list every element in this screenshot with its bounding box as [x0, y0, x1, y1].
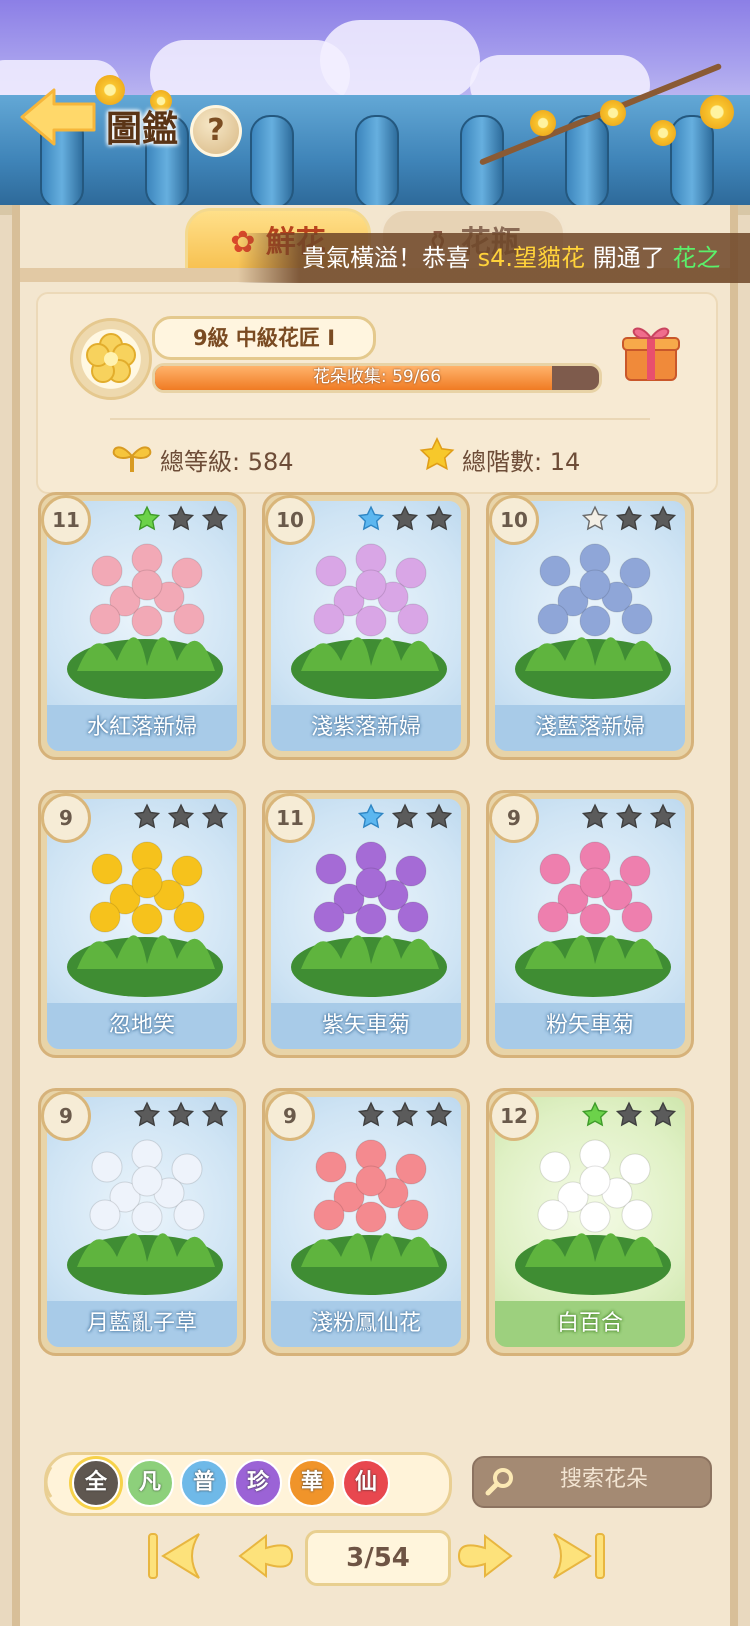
flower-card[interactable]: 淺粉鳳仙花 9 — [262, 1088, 470, 1356]
star-icon — [391, 505, 419, 531]
stats-divider — [110, 418, 650, 420]
star-icon — [425, 1101, 453, 1127]
flower-name: 淺藍落新婦 — [495, 705, 685, 751]
star-icon — [649, 1101, 677, 1127]
star-icon — [357, 505, 385, 531]
flower-level-badge: 12 — [489, 1091, 539, 1141]
star-icon — [201, 505, 229, 531]
flower-level-badge: 9 — [489, 793, 539, 843]
star-icon — [425, 803, 453, 829]
star-rating — [357, 1101, 453, 1129]
star-icon — [615, 803, 643, 829]
blossom-icon — [700, 95, 734, 129]
rarity-filter-chip[interactable]: 普 — [180, 1459, 228, 1507]
star-icon — [133, 803, 161, 829]
blossom-icon — [600, 100, 626, 126]
star-icon — [201, 803, 229, 829]
last-page-icon[interactable] — [548, 1530, 608, 1582]
level-title-badge: 9級 中級花匠 I — [152, 316, 376, 360]
star-icon — [649, 505, 677, 531]
announcement-ticker: 貴氣橫溢！恭喜 s4.望貓花 開通了 花之 — [238, 233, 750, 283]
star-rating — [133, 1101, 229, 1129]
star-icon — [391, 803, 419, 829]
flower-card[interactable]: 淺藍落新婦 10 — [486, 492, 694, 760]
star-icon — [419, 437, 455, 471]
search-placeholder: 搜索花朵 — [560, 1467, 649, 1492]
star-icon — [615, 505, 643, 531]
star-icon — [133, 1101, 161, 1127]
ticker-item: 花之 — [672, 244, 721, 272]
flower-name: 忽地笑 — [47, 1003, 237, 1049]
star-icon — [357, 803, 385, 829]
star-rating — [357, 803, 453, 831]
flower-card[interactable]: 忽地笑 9 — [38, 790, 246, 1058]
flower-name: 紫矢車菊 — [271, 1003, 461, 1049]
flower-card[interactable]: 白百合 12 — [486, 1088, 694, 1356]
star-icon — [581, 803, 609, 829]
flower-emblem-icon — [70, 318, 152, 400]
next-page-icon[interactable] — [455, 1530, 515, 1582]
ticker-user: s4.望貓花 — [477, 244, 586, 272]
rarity-filter-chip[interactable]: 華 — [288, 1459, 336, 1507]
star-icon — [581, 1101, 609, 1127]
star-icon — [201, 1101, 229, 1127]
prev-page-icon[interactable] — [236, 1530, 296, 1582]
blossom-icon — [530, 110, 556, 136]
ticker-middle: 開通了 — [592, 244, 665, 272]
star-icon — [357, 1101, 385, 1127]
page-indicator: 3/54 — [305, 1530, 451, 1586]
flower-name: 月藍亂子草 — [47, 1301, 237, 1347]
flower-level-badge: 10 — [265, 495, 315, 545]
blossom-icon — [650, 120, 676, 146]
back-arrow-icon[interactable] — [18, 86, 98, 148]
flower-level-badge: 11 — [41, 495, 91, 545]
star-icon — [167, 803, 195, 829]
flower-level-badge: 11 — [265, 793, 315, 843]
sprout-icon — [112, 446, 152, 472]
search-icon — [485, 1468, 513, 1496]
first-page-icon[interactable] — [145, 1530, 205, 1582]
flower-level-badge: 10 — [489, 495, 539, 545]
ticker-prefix: 貴氣橫溢！恭喜 — [302, 244, 470, 272]
flower-name: 水紅落新婦 — [47, 705, 237, 751]
star-icon — [167, 505, 195, 531]
star-icon — [615, 1101, 643, 1127]
star-icon — [581, 505, 609, 531]
total-level-text: 總等級: 584 — [160, 448, 294, 476]
star-rating — [133, 505, 229, 533]
flower-card[interactable]: 水紅落新婦 11 — [38, 492, 246, 760]
flower-level-badge: 9 — [41, 1091, 91, 1141]
rarity-filter-chip[interactable]: 全 — [72, 1459, 120, 1507]
star-rating — [357, 505, 453, 533]
gift-box-icon[interactable] — [620, 318, 682, 384]
star-rating — [581, 803, 677, 831]
help-button[interactable]: ? — [190, 105, 242, 157]
star-icon — [649, 803, 677, 829]
star-icon — [133, 505, 161, 531]
flower-card[interactable]: 粉矢車菊 9 — [486, 790, 694, 1058]
star-icon — [425, 505, 453, 531]
star-rating — [581, 1101, 677, 1129]
flower-name: 白百合 — [495, 1301, 685, 1347]
rarity-filter-chip[interactable]: 仙 — [342, 1459, 390, 1507]
flower-level-badge: 9 — [265, 1091, 315, 1141]
rarity-filter-chip[interactable]: 凡 — [126, 1459, 174, 1507]
total-stars-text: 總階數: 14 — [462, 448, 581, 476]
flower-name: 粉矢車菊 — [495, 1003, 685, 1049]
flower-name: 淺粉鳳仙花 — [271, 1301, 461, 1347]
star-icon — [167, 1101, 195, 1127]
star-rating — [581, 505, 677, 533]
collection-progress-label: 花朵收集: 59/66 — [312, 367, 442, 387]
flower-card[interactable]: 淺紫落新婦 10 — [262, 492, 470, 760]
flower-card[interactable]: 月藍亂子草 9 — [38, 1088, 246, 1356]
star-icon — [391, 1101, 419, 1127]
flower-level-badge: 9 — [41, 793, 91, 843]
page-title: 圖鑑 — [106, 109, 179, 150]
star-rating — [133, 803, 229, 831]
flower-name: 淺紫落新婦 — [271, 705, 461, 751]
rarity-filter-chip[interactable]: 珍 — [234, 1459, 282, 1507]
flower-card[interactable]: 紫矢車菊 11 — [262, 790, 470, 1058]
